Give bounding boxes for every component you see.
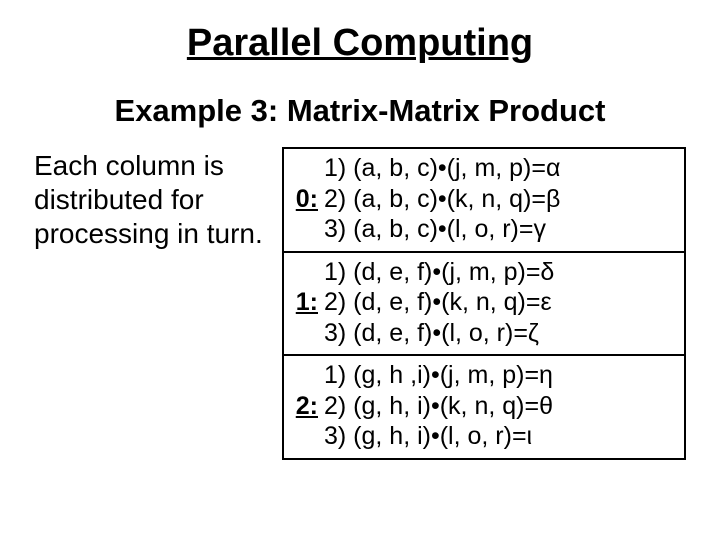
page-title: Parallel Computing: [0, 0, 720, 65]
block-lines: 1) (d, e, f)•(j, m, p)=δ 2) (d, e, f)•(k…: [324, 257, 678, 349]
block-line: 3) (d, e, f)•(l, o, r)=ζ: [324, 318, 678, 349]
block-lines: 1) (a, b, c)•(j, m, p)=α 2) (a, b, c)•(k…: [324, 153, 678, 245]
block-label: 0:: [290, 184, 324, 215]
description-text: Each column is distributed for processin…: [34, 147, 282, 460]
block-line: 3) (a, b, c)•(l, o, r)=γ: [324, 214, 678, 245]
example-heading: Example 3: Matrix-Matrix Product: [0, 93, 720, 129]
slide: Parallel Computing Example 3: Matrix-Mat…: [0, 0, 720, 540]
block-line: 1) (g, h ,i)•(j, m, p)=η: [324, 360, 678, 391]
body-row: Each column is distributed for processin…: [34, 147, 686, 460]
block-1: 1: 1) (d, e, f)•(j, m, p)=δ 2) (d, e, f)…: [282, 251, 686, 357]
block-2: 2: 1) (g, h ,i)•(j, m, p)=η 2) (g, h, i)…: [282, 354, 686, 460]
block-label: 2:: [290, 391, 324, 422]
block-line: 3) (g, h, i)•(l, o, r)=ι: [324, 421, 678, 452]
block-0: 0: 1) (a, b, c)•(j, m, p)=α 2) (a, b, c)…: [282, 147, 686, 253]
block-lines: 1) (g, h ,i)•(j, m, p)=η 2) (g, h, i)•(k…: [324, 360, 678, 452]
blocks-column: 0: 1) (a, b, c)•(j, m, p)=α 2) (a, b, c)…: [282, 147, 686, 460]
block-line: 1) (a, b, c)•(j, m, p)=α: [324, 153, 678, 184]
block-line: 2) (g, h, i)•(k, n, q)=θ: [324, 391, 678, 422]
block-line: 1) (d, e, f)•(j, m, p)=δ: [324, 257, 678, 288]
block-line: 2) (a, b, c)•(k, n, q)=β: [324, 184, 678, 215]
block-line: 2) (d, e, f)•(k, n, q)=ε: [324, 287, 678, 318]
block-label: 1:: [290, 287, 324, 318]
